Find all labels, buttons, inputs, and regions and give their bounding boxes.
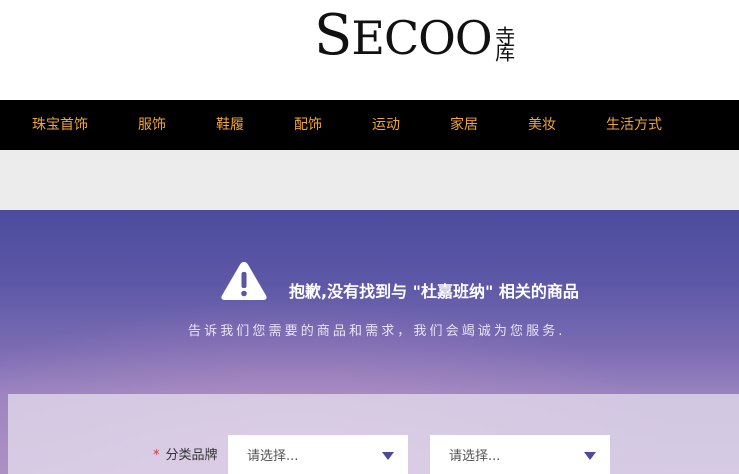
chevron-down-icon [584, 452, 596, 460]
nav-item-sports[interactable]: 运动 [372, 100, 400, 150]
logo-rest: ECOO [351, 11, 492, 65]
nav-item-apparel[interactable]: 服饰 [138, 100, 166, 150]
category-brand-text: 分类品牌 [165, 448, 218, 463]
secoo-logo[interactable]: SECOO 寺库 [314, 3, 516, 68]
logo-chinese: 寺库 [491, 26, 516, 58]
request-form-panel: * 分类品牌 请选择... 请选择... [8, 394, 739, 474]
category-brand-label: * 分类品牌 [153, 446, 218, 466]
nav-item-jewelry[interactable]: 珠宝首饰 [32, 100, 88, 150]
page: SECOO 寺库 珠宝首饰 服饰 鞋履 配饰 运动 家居 美妆 生活方式 抱歉,… [0, 0, 739, 474]
category-nav: 珠宝首饰 服饰 鞋履 配饰 运动 家居 美妆 生活方式 [0, 100, 739, 150]
brand-select[interactable]: 请选择... [430, 435, 610, 474]
nav-item-beauty[interactable]: 美妆 [528, 100, 556, 150]
category-select-value: 请选择... [247, 449, 299, 464]
brand-select-value: 请选择... [449, 449, 501, 464]
required-mark: * [153, 448, 160, 463]
logo-initial: S [314, 3, 352, 68]
no-results-subtitle: 告诉我们您需要的商品和需求，我们会竭诚为您服务. [188, 324, 566, 339]
header: SECOO 寺库 [0, 0, 739, 100]
gray-strip [0, 150, 739, 210]
chevron-down-icon [382, 452, 394, 460]
nav-item-home[interactable]: 家居 [450, 100, 478, 150]
warning-icon [221, 262, 267, 300]
no-results-title: 抱歉,没有找到与 "杜嘉班纳" 相关的商品 [289, 282, 579, 301]
nav-item-lifestyle[interactable]: 生活方式 [606, 100, 662, 150]
nav-item-accessories[interactable]: 配饰 [294, 100, 322, 150]
no-results-banner: 抱歉,没有找到与 "杜嘉班纳" 相关的商品 告诉我们您需要的商品和需求，我们会竭… [0, 210, 739, 474]
nav-item-shoes[interactable]: 鞋履 [216, 100, 244, 150]
logo-wordmark: SECOO [314, 3, 493, 68]
category-select[interactable]: 请选择... [228, 435, 408, 474]
